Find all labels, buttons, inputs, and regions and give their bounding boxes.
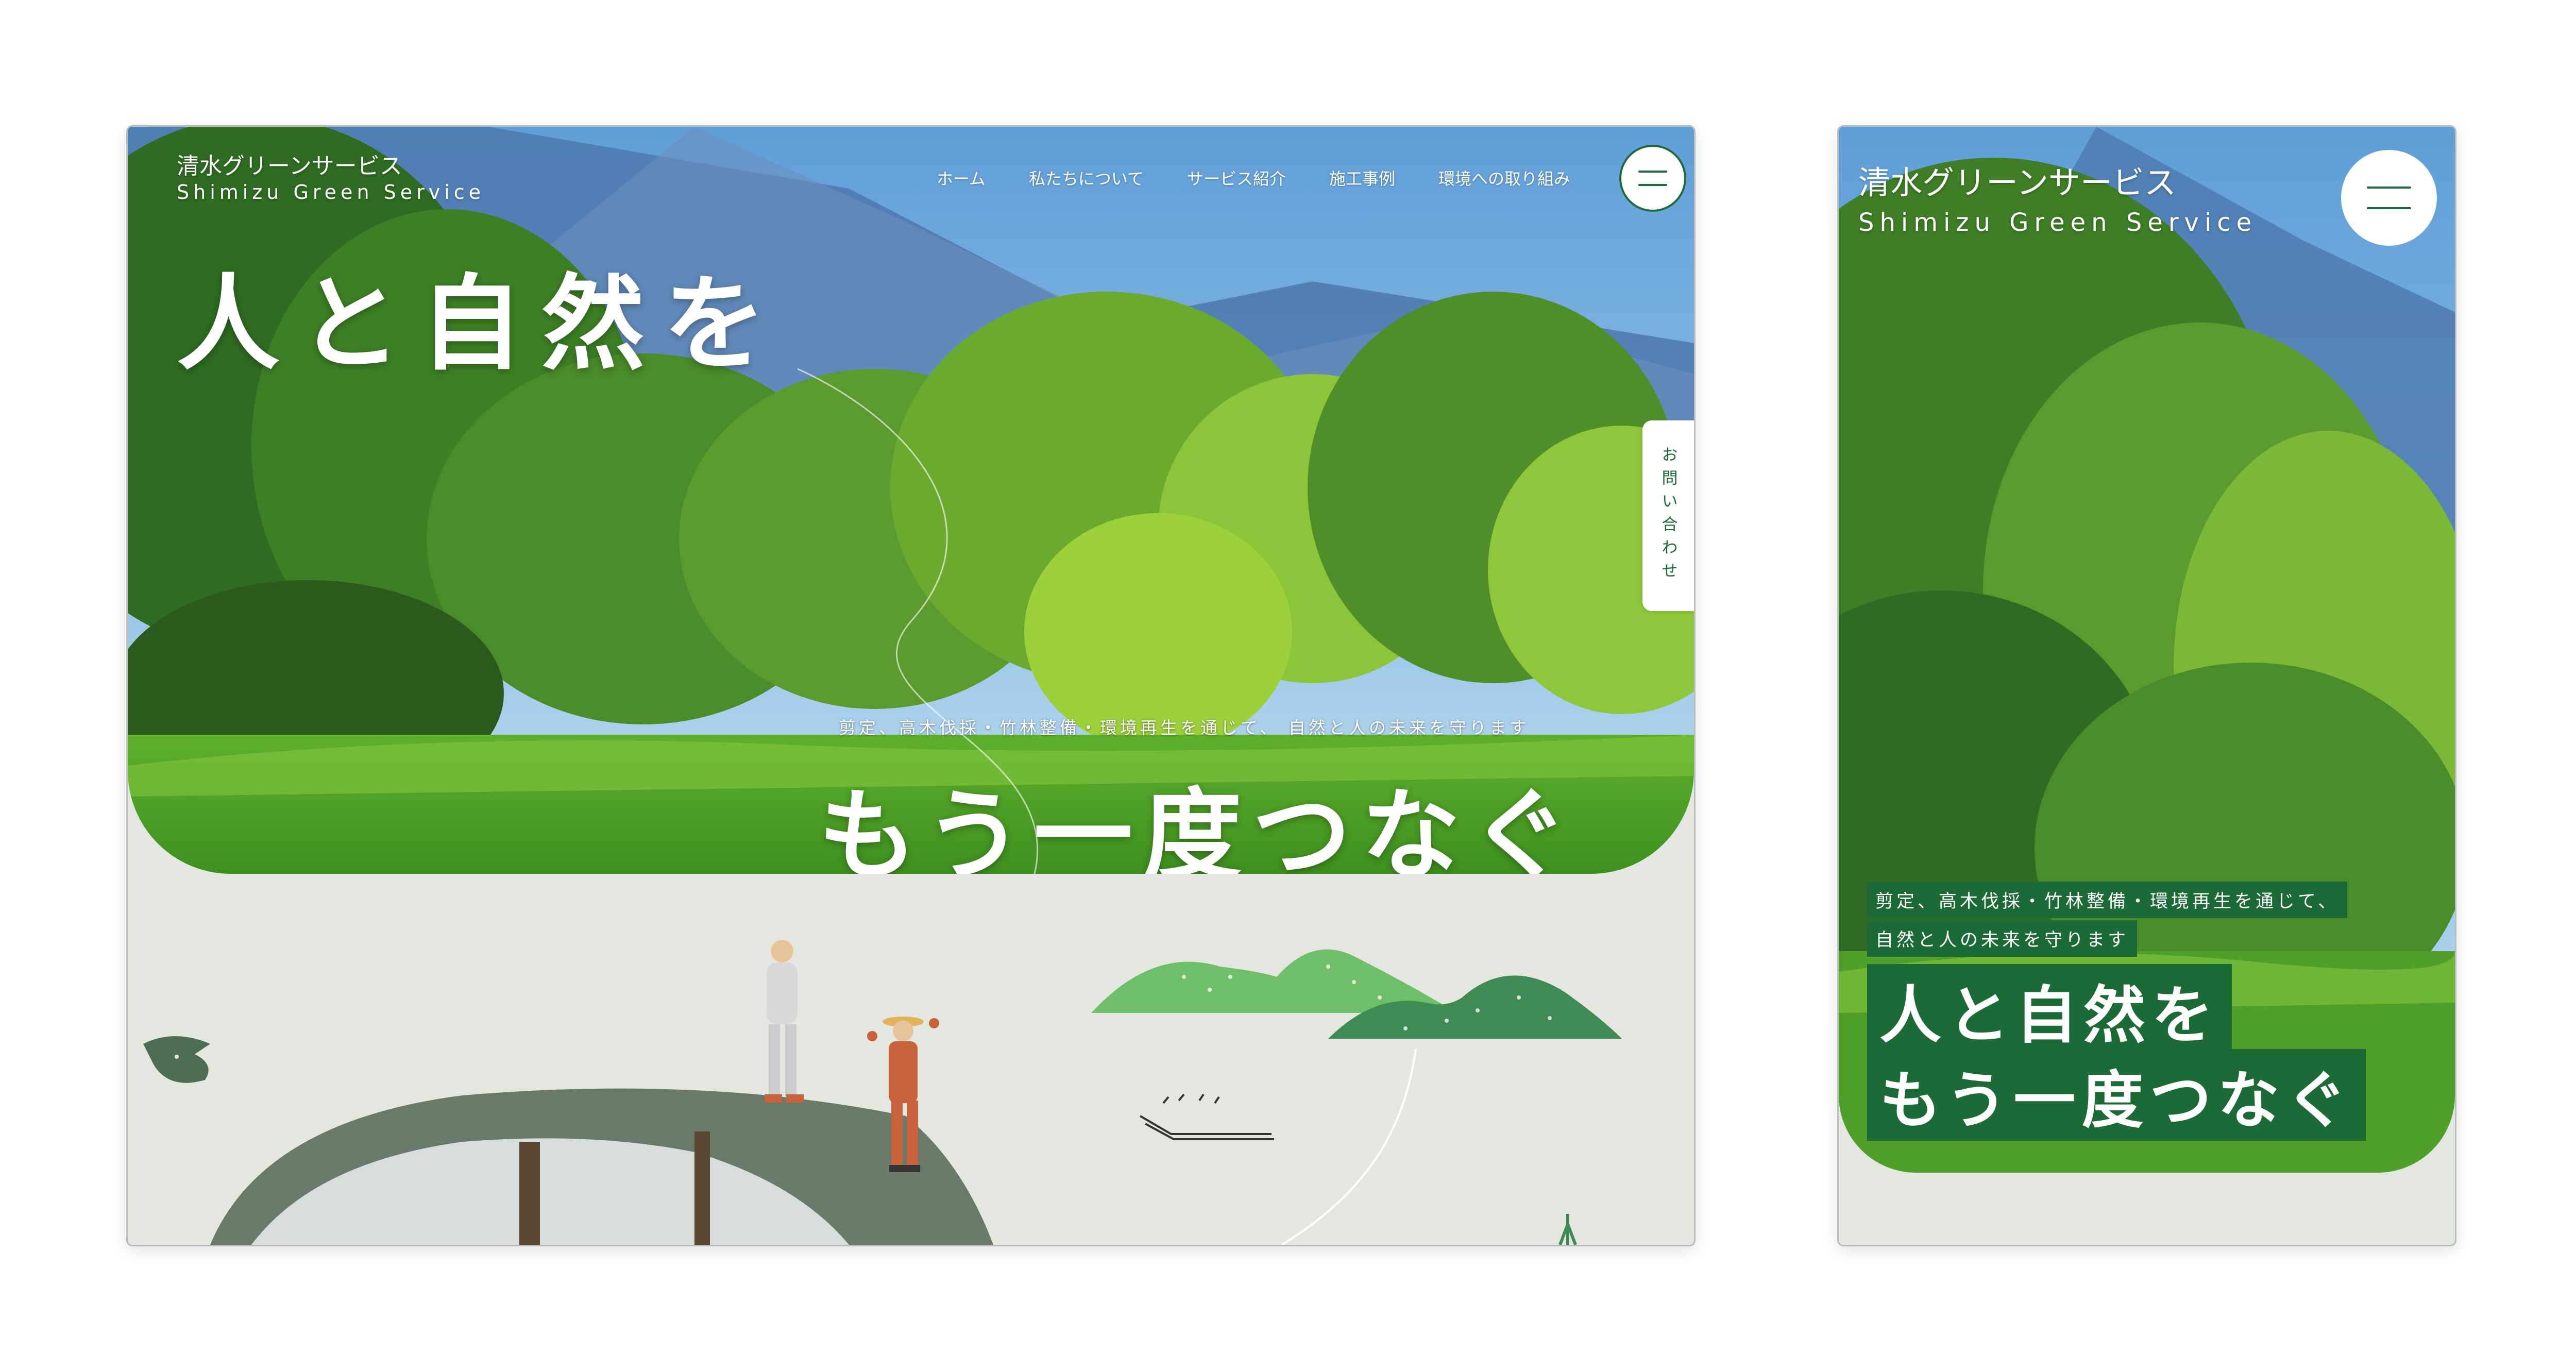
nav-services[interactable]: サービス紹介 xyxy=(1187,166,1286,190)
mobile-menu-button[interactable] xyxy=(2341,150,2437,246)
hamburger-icon xyxy=(1638,171,1668,186)
illustration-area xyxy=(143,940,1622,1245)
ground-sketch xyxy=(1139,1093,1274,1140)
mobile-tagline-line-1: 剪定、高木伐採・竹林整備・環境再生を通じて、 xyxy=(1867,882,2348,918)
brand-name-jp[interactable]: 清水グリーンサービス xyxy=(177,147,402,180)
mobile-headline-2: もう一度つなぐ xyxy=(1867,1049,2366,1141)
mobile-preview: 清水グリーンサービス Shimizu Green Service 剪定、高木伐採… xyxy=(1837,125,2456,1246)
desktop-preview: 清水グリーンサービス Shimizu Green Service ホーム 私たち… xyxy=(126,125,1696,1246)
mobile-tagline-line-2: 自然と人の未来を守ります xyxy=(1867,920,2138,957)
contact-tab-label: お問い合わせ xyxy=(1658,446,1677,585)
mobile-hero-section: 清水グリーンサービス Shimizu Green Service 剪定、高木伐採… xyxy=(1839,127,2455,1173)
bird-icon xyxy=(143,1036,210,1083)
hero-section: 清水グリーンサービス Shimizu Green Service ホーム 私たち… xyxy=(128,127,1694,874)
menu-button[interactable] xyxy=(1619,145,1686,212)
worker-illustration xyxy=(765,940,804,1103)
nav-about[interactable]: 私たちについて xyxy=(1029,166,1144,190)
mobile-brand-name-en: Shimizu Green Service xyxy=(1858,208,2258,237)
main-navigation: ホーム 私たちについて サービス紹介 施工事例 環境への取り組み xyxy=(937,166,1570,190)
nav-environment[interactable]: 環境への取り組み xyxy=(1438,166,1570,190)
hero-headline-2: もう一度つなぐ xyxy=(818,779,1580,874)
nav-home[interactable]: ホーム xyxy=(937,166,986,190)
hero-tagline: 剪定、高木伐採・竹林整備・環境再生を通じて、 自然と人の未来を守ります xyxy=(839,718,1530,738)
nav-works[interactable]: 施工事例 xyxy=(1329,166,1395,190)
mobile-hamburger-icon xyxy=(2367,186,2411,210)
mobile-headline-1: 人と自然を xyxy=(1867,964,2232,1056)
brand-name-en: Shimizu Green Service xyxy=(177,181,485,204)
mobile-brand-name-jp[interactable]: 清水グリーンサービス xyxy=(1858,157,2176,203)
contact-tab[interactable]: お問い合わせ xyxy=(1642,420,1694,611)
photo-blob xyxy=(210,1088,993,1245)
hero-headline-1: 人と自然を xyxy=(177,264,785,384)
tree-sprout xyxy=(1558,1214,1577,1245)
